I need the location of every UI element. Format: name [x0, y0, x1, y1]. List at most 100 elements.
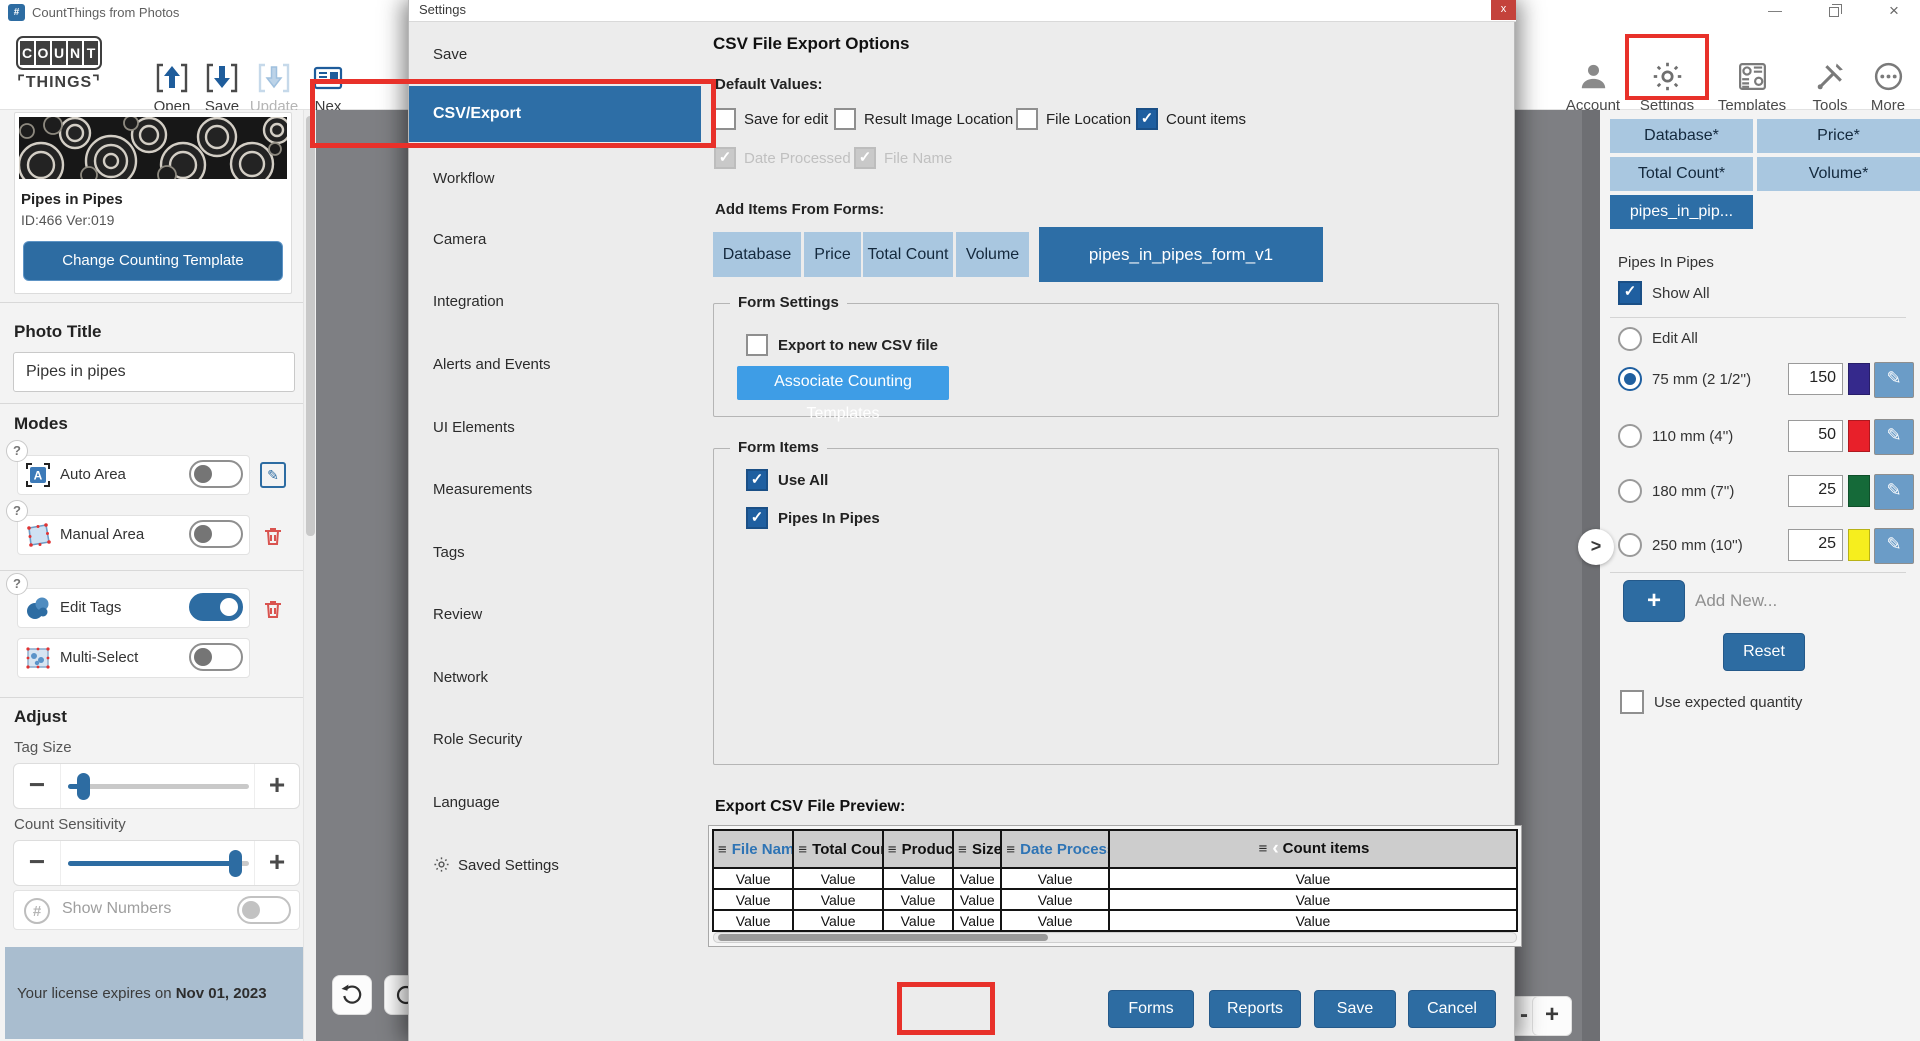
form-tab-pipes-in-pipes-form-v1[interactable]: pipes_in_pipes_form_v1: [1039, 227, 1323, 282]
size-color-swatch[interactable]: [1848, 475, 1870, 507]
edit-tags-delete-button[interactable]: [261, 596, 285, 622]
auto-area-toggle[interactable]: [189, 460, 243, 488]
dialog-save-button[interactable]: Save: [1314, 990, 1396, 1028]
form-tab-volume[interactable]: Volume: [956, 232, 1029, 277]
size-count-input[interactable]: 50: [1788, 420, 1843, 452]
help-icon[interactable]: ?: [6, 500, 28, 522]
preview-col-total-count[interactable]: ≡Total Count: [793, 830, 882, 868]
settings-nav-item-network[interactable]: Network: [409, 661, 701, 695]
close-button[interactable]: ×: [1872, 0, 1916, 24]
preview-scrollbar-thumb[interactable]: [718, 934, 1048, 941]
preview-col-date-processed[interactable]: ≡Date Processed: [1001, 830, 1109, 868]
reset-button[interactable]: Reset: [1723, 633, 1805, 671]
tag-size-handle[interactable]: [77, 773, 90, 800]
undo-button[interactable]: [332, 975, 372, 1015]
column-menu-icon[interactable]: ≡: [958, 841, 967, 857]
column-menu-icon[interactable]: ≡: [718, 841, 727, 857]
templates-button[interactable]: Templates: [1716, 60, 1788, 114]
count-sensitivity-minus-button[interactable]: −: [14, 841, 61, 885]
right-tab-database[interactable]: Database*: [1610, 119, 1753, 153]
file-location-checkbox[interactable]: [1016, 108, 1038, 130]
count-sensitivity-handle[interactable]: [229, 850, 242, 877]
size-edit-button[interactable]: ✎: [1874, 419, 1914, 455]
right-tab-price[interactable]: Price*: [1757, 119, 1920, 153]
settings-nav-item-review[interactable]: Review: [409, 598, 701, 632]
add-new-button[interactable]: +: [1623, 580, 1685, 622]
settings-nav-item-role-security[interactable]: Role Security: [409, 723, 701, 757]
next-button[interactable]: Nex: [300, 60, 356, 115]
size-color-swatch[interactable]: [1848, 363, 1870, 395]
right-tab-pipes-in-pip[interactable]: pipes_in_pip...: [1610, 195, 1753, 229]
settings-nav-item-camera[interactable]: Camera: [409, 223, 701, 257]
settings-nav-item-alerts-and-events[interactable]: Alerts and Events: [409, 348, 701, 382]
manual-area-toggle[interactable]: [189, 520, 243, 548]
size-count-input[interactable]: 25: [1788, 475, 1843, 507]
edit-all-radio[interactable]: [1618, 327, 1642, 351]
edit-tags-toggle[interactable]: [189, 593, 243, 621]
auto-area-edit-button[interactable]: ✎: [260, 462, 286, 488]
account-button[interactable]: Account: [1557, 60, 1629, 114]
size-edit-button[interactable]: ✎: [1874, 528, 1914, 564]
photo-title-input[interactable]: Pipes in pipes: [13, 352, 295, 392]
tag-size-minus-button[interactable]: −: [14, 764, 61, 808]
settings-nav-item-workflow[interactable]: Workflow: [409, 162, 701, 196]
size-count-input[interactable]: 150: [1788, 363, 1843, 395]
reports-button[interactable]: Reports: [1209, 990, 1301, 1028]
multi-select-toggle[interactable]: [189, 643, 243, 671]
count-sensitivity-plus-button[interactable]: +: [254, 841, 299, 885]
use-expected-quantity-checkbox[interactable]: [1620, 690, 1644, 714]
settings-button[interactable]: Settings: [1631, 60, 1703, 114]
preview-col-file-name[interactable]: ≡File Name: [713, 830, 793, 868]
left-panel-scrollbar-thumb[interactable]: [306, 116, 315, 536]
export-new-csv-checkbox[interactable]: [746, 334, 768, 356]
open-button[interactable]: Open: [144, 60, 200, 115]
use-all-checkbox[interactable]: [746, 469, 768, 491]
size-radio-75-mm-2-1-2[interactable]: [1618, 367, 1642, 391]
settings-nav-item-saved-settings[interactable]: Saved Settings: [409, 849, 701, 883]
size-count-input[interactable]: 25: [1788, 529, 1843, 561]
settings-nav-item-save[interactable]: Save: [409, 38, 701, 72]
right-tab-volume[interactable]: Volume*: [1757, 157, 1920, 191]
pipes-in-pipes-checkbox[interactable]: [746, 507, 768, 529]
panel-expander-button[interactable]: >: [1578, 529, 1614, 565]
form-tab-database[interactable]: Database: [713, 232, 801, 277]
update-button[interactable]: Update: [246, 60, 302, 115]
size-radio-110-mm-4[interactable]: [1618, 424, 1642, 448]
settings-nav-item-integration[interactable]: Integration: [409, 285, 701, 319]
minimize-button[interactable]: —: [1755, 0, 1795, 24]
preview-col-count-items[interactable]: ≡‹Count items: [1109, 830, 1517, 868]
form-tab-total-count[interactable]: Total Count: [863, 232, 953, 277]
settings-nav-item-csv-export[interactable]: CSV/Export: [409, 86, 701, 142]
size-edit-button[interactable]: ✎: [1874, 362, 1914, 398]
size-radio-250-mm-10[interactable]: [1618, 533, 1642, 557]
show-all-checkbox[interactable]: [1618, 281, 1642, 305]
preview-col-size[interactable]: ≡Size: [953, 830, 1001, 868]
cancel-button[interactable]: Cancel: [1408, 990, 1496, 1028]
tag-size-plus-button[interactable]: +: [254, 764, 299, 808]
dialog-close-button[interactable]: x: [1491, 0, 1516, 20]
settings-nav-item-tags[interactable]: Tags: [409, 536, 701, 570]
change-counting-template-button[interactable]: Change Counting Template: [23, 241, 283, 281]
size-color-swatch[interactable]: [1848, 529, 1870, 561]
left-panel-scrollbar[interactable]: [303, 110, 316, 1041]
size-radio-180-mm-7[interactable]: [1618, 479, 1642, 503]
manual-area-delete-button[interactable]: [261, 523, 285, 549]
show-numbers-toggle[interactable]: [237, 896, 291, 924]
preview-col-product[interactable]: ≡Product: [883, 830, 953, 868]
more-button[interactable]: More: [1852, 60, 1920, 114]
save-toolbar-button[interactable]: Save: [194, 60, 250, 115]
form-tab-price[interactable]: Price: [804, 232, 861, 277]
help-icon[interactable]: ?: [6, 573, 28, 595]
save-for-edit-checkbox[interactable]: [714, 108, 736, 130]
column-menu-icon[interactable]: ≡: [798, 841, 807, 857]
help-icon[interactable]: ?: [6, 440, 28, 462]
associate-counting-templates-button[interactable]: Associate Counting Templates: [737, 366, 949, 400]
size-edit-button[interactable]: ✎: [1874, 474, 1914, 510]
count-items-checkbox[interactable]: [1136, 108, 1158, 130]
restore-button[interactable]: [1814, 0, 1854, 24]
settings-nav-item-language[interactable]: Language: [409, 786, 701, 820]
forms-button[interactable]: Forms: [1108, 990, 1194, 1028]
zoom-in-button[interactable]: +: [1532, 996, 1572, 1036]
right-tab-total-count[interactable]: Total Count*: [1610, 157, 1753, 191]
preview-scrollbar[interactable]: [713, 932, 1517, 943]
